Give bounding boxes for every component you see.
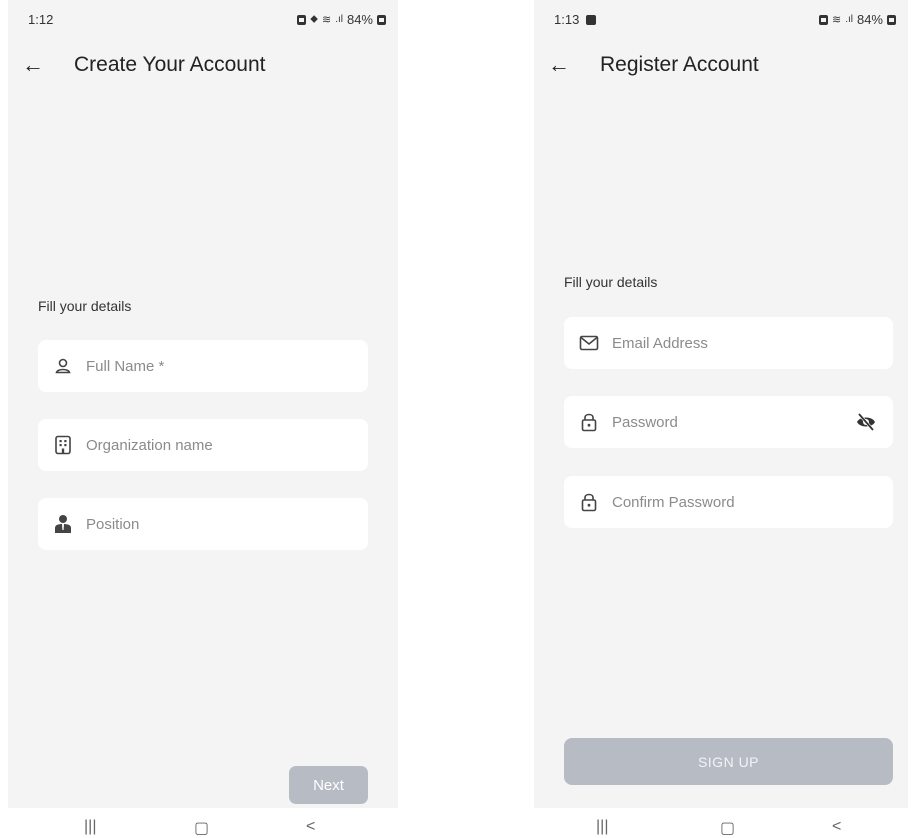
battery-icon xyxy=(377,14,386,25)
organization-placeholder: Organization name xyxy=(86,436,213,454)
mail-icon xyxy=(578,332,600,354)
page-title: Register Account xyxy=(600,53,759,76)
battery-percent: 84% xyxy=(346,12,373,27)
wifi-icon: ≋ xyxy=(321,14,332,26)
sign-up-button[interactable]: SIGN UP xyxy=(564,738,893,785)
position-placeholder: Position xyxy=(86,515,140,533)
section-label: Fill your details xyxy=(564,274,658,290)
lock-icon xyxy=(578,411,600,433)
status-icons: ≋ .ıl 84% xyxy=(818,12,896,27)
signal-icon: .ıl xyxy=(335,14,343,25)
gallery-icon xyxy=(585,15,596,25)
nav-back-icon[interactable]: < xyxy=(832,818,841,836)
eye-off-icon[interactable] xyxy=(855,411,877,433)
system-nav-bar: ||| ▢ < xyxy=(534,808,908,838)
confirm-password-field[interactable]: Confirm Password xyxy=(564,476,893,528)
battery-icon xyxy=(887,14,896,25)
email-placeholder: Email Address xyxy=(612,334,708,352)
status-bar: 1:12 ⬥ ≋ .ıl 84% xyxy=(28,12,386,30)
recents-icon[interactable]: ||| xyxy=(596,818,608,836)
back-arrow-icon[interactable]: ← xyxy=(548,52,584,78)
register-account-screen: 1:13 ≋ .ıl 84% ← Register Account Fill y… xyxy=(534,0,908,838)
battery-percent: 84% xyxy=(856,12,883,27)
email-field[interactable]: Email Address xyxy=(564,317,893,369)
section-label: Fill your details xyxy=(38,298,132,314)
nav-back-icon[interactable]: < xyxy=(306,818,315,836)
status-time: 1:13 xyxy=(554,12,596,27)
lock-icon xyxy=(578,491,600,513)
page-title: Create Your Account xyxy=(74,53,266,76)
recents-icon[interactable]: ||| xyxy=(84,818,96,836)
signal-icon: .ıl xyxy=(845,14,853,25)
building-icon xyxy=(52,434,74,456)
status-icons: ⬥ ≋ .ıl 84% xyxy=(297,12,386,27)
confirm-password-placeholder: Confirm Password xyxy=(612,493,735,511)
back-arrow-icon[interactable]: ← xyxy=(22,52,58,78)
app-bar: ← Register Account xyxy=(548,50,894,80)
next-button[interactable]: Next xyxy=(289,766,368,804)
position-field[interactable]: Position xyxy=(38,498,368,550)
status-time: 1:12 xyxy=(28,12,54,27)
organization-field[interactable]: Organization name xyxy=(38,419,368,471)
full-name-placeholder: Full Name * xyxy=(86,357,165,375)
notification-icon xyxy=(297,14,307,25)
wifi-icon: ≋ xyxy=(831,14,842,26)
home-icon[interactable]: ▢ xyxy=(194,818,209,838)
location-icon: ⬥ xyxy=(310,13,318,25)
password-field[interactable]: Password xyxy=(564,396,893,448)
employee-icon xyxy=(52,513,74,535)
system-nav-bar: ||| ▢ < xyxy=(8,808,398,838)
person-icon xyxy=(52,355,74,377)
create-account-screen: 1:12 ⬥ ≋ .ıl 84% ← Create Your Account F… xyxy=(8,0,398,838)
home-icon[interactable]: ▢ xyxy=(720,818,735,838)
password-placeholder: Password xyxy=(612,413,678,431)
notification-icon xyxy=(818,14,828,25)
screen-body: 1:13 ≋ .ıl 84% ← Register Account Fill y… xyxy=(534,0,908,808)
screen-body: 1:12 ⬥ ≋ .ıl 84% ← Create Your Account F… xyxy=(8,0,398,808)
full-name-field[interactable]: Full Name * xyxy=(38,340,368,392)
app-bar: ← Create Your Account xyxy=(22,50,384,80)
status-bar: 1:13 ≋ .ıl 84% xyxy=(554,12,896,30)
